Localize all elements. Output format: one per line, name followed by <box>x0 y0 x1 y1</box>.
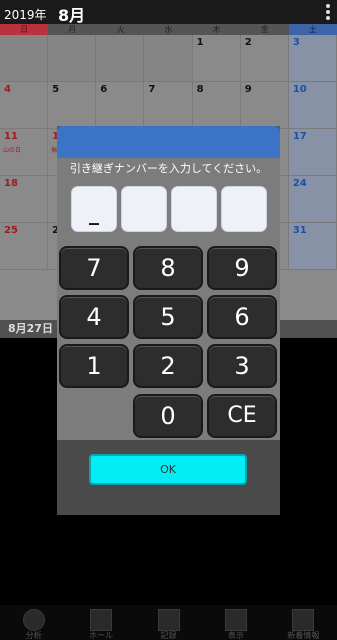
calendar-day[interactable]: 3 <box>288 35 337 82</box>
weekday-wed: 水 <box>144 24 193 35</box>
digit-field-1[interactable]: _ <box>71 186 117 232</box>
calendar-day[interactable]: 8 <box>192 82 241 129</box>
slot-icon <box>157 609 180 631</box>
calendar-day[interactable]: 7 <box>144 82 193 129</box>
ok-button[interactable]: OK <box>89 454 247 485</box>
weekday-header: 日 月 火 水 木 金 土 <box>0 24 337 35</box>
key-9[interactable]: 9 <box>207 246 277 290</box>
tab-display[interactable]: 表示 <box>202 605 269 640</box>
digit-field-2[interactable] <box>121 186 167 232</box>
calendar-day[interactable]: 11 山の日 <box>0 129 49 176</box>
key-8[interactable]: 8 <box>133 246 203 290</box>
calendar-day[interactable]: 9 <box>240 82 289 129</box>
calendar-day[interactable]: 18 <box>0 176 49 223</box>
dialog-footer: OK <box>57 440 280 515</box>
month-label: 8月 <box>58 6 86 25</box>
tab-label: 新着情報 <box>287 631 320 640</box>
key-1[interactable]: 1 <box>59 344 129 388</box>
calendar-day[interactable]: 1 <box>192 35 241 82</box>
dialog-message: 引き継ぎナンバーを入力してください。 <box>69 162 268 175</box>
tab-analysis[interactable]: 分析 <box>0 605 67 640</box>
calendar-day[interactable]: 17 <box>288 129 337 176</box>
month-header: 2019年 8月 <box>0 0 337 25</box>
tab-news[interactable]: 新着情報 <box>270 605 337 640</box>
calendar-day[interactable] <box>0 35 49 82</box>
holiday-note: 山の日 <box>3 147 22 154</box>
weekday-mon: 月 <box>48 24 97 35</box>
calendar-day[interactable] <box>144 35 193 82</box>
key-4[interactable]: 4 <box>59 295 129 339</box>
weekday-sat: 土 <box>288 24 337 35</box>
weekday-tue: 火 <box>96 24 145 35</box>
building-icon <box>90 609 113 631</box>
weekday-fri: 金 <box>240 24 289 35</box>
weekday-sun: 日 <box>0 24 49 35</box>
window-icon <box>224 609 247 631</box>
calendar-week: 1 2 3 <box>0 35 337 82</box>
overflow-menu-icon[interactable] <box>323 3 333 21</box>
weekday-thu: 木 <box>192 24 241 35</box>
calendar-week: 4 5 6 7 8 9 10 <box>0 82 337 129</box>
tab-label: 分析 <box>25 631 42 640</box>
tab-label: 表示 <box>227 631 244 640</box>
alert-icon <box>292 609 315 631</box>
calendar-day[interactable]: 6 <box>96 82 145 129</box>
year-label: 2019年 <box>4 8 47 22</box>
app-root: 2019年 8月 日 月 火 水 木 金 土 1 2 3 4 5 6 7 8 9… <box>0 0 337 640</box>
calendar-day[interactable]: 10 <box>288 82 337 129</box>
calendar-day[interactable]: 4 <box>0 82 49 129</box>
key-3[interactable]: 3 <box>207 344 277 388</box>
calendar-day[interactable] <box>48 35 97 82</box>
tab-record[interactable]: 記録 <box>135 605 202 640</box>
calendar-day[interactable]: 2 <box>240 35 289 82</box>
dialog-titlebar <box>57 126 280 158</box>
clock-icon <box>22 609 45 631</box>
digit-fields: _ <box>71 186 267 232</box>
calendar-day[interactable]: 24 <box>288 176 337 223</box>
key-5[interactable]: 5 <box>133 295 203 339</box>
calendar-day[interactable]: 5 <box>48 82 97 129</box>
tab-hall[interactable]: ホール <box>67 605 134 640</box>
key-2[interactable]: 2 <box>133 344 203 388</box>
clear-entry-button[interactable]: CE <box>207 394 277 438</box>
key-6[interactable]: 6 <box>207 295 277 339</box>
digit-field-4[interactable] <box>221 186 267 232</box>
key-0[interactable]: 0 <box>133 394 203 438</box>
calendar-day[interactable] <box>96 35 145 82</box>
key-7[interactable]: 7 <box>59 246 129 290</box>
calendar-day[interactable]: 31 <box>288 223 337 270</box>
dialog-body: 引き継ぎナンバーを入力してください。 _ 7 8 9 4 5 6 1 2 3 0… <box>57 158 280 440</box>
transfer-number-dialog: 引き継ぎナンバーを入力してください。 _ 7 8 9 4 5 6 1 2 3 0… <box>57 126 280 515</box>
calendar-day[interactable]: 25 <box>0 223 49 270</box>
bottom-nav: 分析 ホール 記録 表示 新着情報 <box>0 605 337 640</box>
digit-field-3[interactable] <box>171 186 217 232</box>
tab-label: 記録 <box>160 631 177 640</box>
tab-label: ホール <box>89 631 114 640</box>
